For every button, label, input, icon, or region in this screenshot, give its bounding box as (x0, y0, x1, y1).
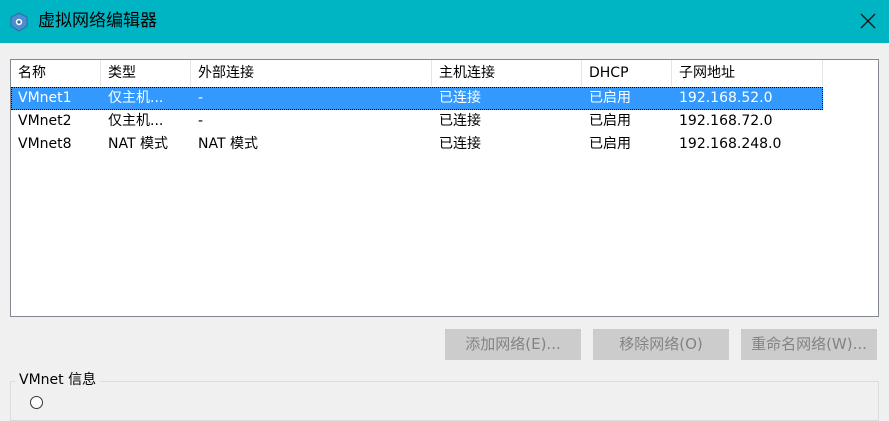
vmnet-info-group (10, 381, 879, 421)
cell-subnet: 192.168.248.0 (679, 136, 782, 152)
cell-name: VMnet1 (18, 90, 72, 106)
close-button[interactable] (851, 6, 885, 36)
cell-subnet: 192.168.52.0 (679, 90, 773, 106)
vmware-network-icon (10, 12, 28, 32)
cell-external: NAT 模式 (198, 136, 258, 152)
network-list[interactable]: 名称 类型 外部连接 主机连接 DHCP 子网地址 VMnet1 仅主机... … (10, 59, 879, 317)
cell-type: 仅主机... (108, 90, 164, 106)
radio-button[interactable] (30, 396, 43, 409)
cell-dhcp: 已启用 (589, 136, 631, 152)
list-header: 名称 类型 外部连接 主机连接 DHCP 子网地址 (11, 60, 823, 86)
column-header-external[interactable]: 外部连接 (191, 60, 432, 86)
cell-host: 已连接 (439, 136, 481, 152)
column-header-subnet[interactable]: 子网地址 (672, 60, 823, 86)
table-row[interactable]: VMnet8 NAT 模式 NAT 模式 已连接 已启用 192.168.248… (11, 133, 823, 156)
close-icon (860, 13, 876, 29)
cell-dhcp: 已启用 (589, 113, 631, 129)
cell-subnet: 192.168.72.0 (679, 113, 773, 129)
cell-name: VMnet8 (18, 136, 72, 152)
column-header-type[interactable]: 类型 (101, 60, 191, 86)
table-row[interactable]: VMnet1 仅主机... - 已连接 已启用 192.168.52.0 (11, 87, 823, 110)
add-network-button[interactable]: 添加网络(E)... (445, 329, 581, 360)
window-title: 虚拟网络编辑器 (38, 11, 157, 31)
cell-host: 已连接 (439, 113, 481, 129)
table-row[interactable]: VMnet2 仅主机... - 已连接 已启用 192.168.72.0 (11, 110, 823, 133)
remove-network-button[interactable]: 移除网络(O) (593, 329, 729, 360)
rename-network-button[interactable]: 重命名网络(W)... (741, 329, 877, 360)
column-header-host[interactable]: 主机连接 (432, 60, 582, 86)
cell-dhcp: 已启用 (589, 90, 631, 106)
vmnet-info-label: VMnet 信息 (15, 371, 101, 389)
cell-type: 仅主机... (108, 113, 164, 129)
title-bar: 虚拟网络编辑器 (0, 0, 889, 43)
cell-host: 已连接 (439, 90, 481, 106)
cell-name: VMnet2 (18, 113, 72, 129)
cell-type: NAT 模式 (108, 136, 168, 152)
column-header-name[interactable]: 名称 (11, 60, 101, 86)
column-header-dhcp[interactable]: DHCP (582, 60, 672, 86)
cell-external: - (198, 113, 204, 129)
cell-external: - (198, 90, 204, 106)
